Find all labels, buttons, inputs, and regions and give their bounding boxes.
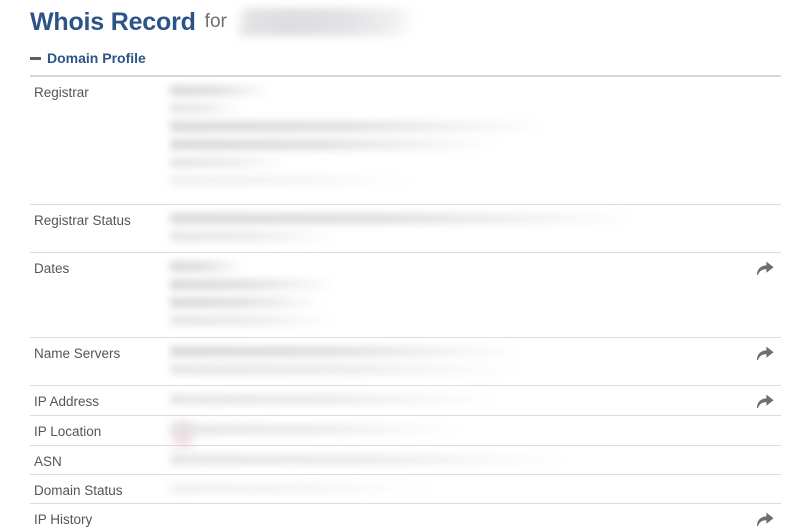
- row-label-domain-status: Domain Status: [34, 483, 123, 498]
- table-row-registrar: Registrar: [30, 77, 781, 205]
- domain-profile-label[interactable]: Domain Profile: [47, 50, 146, 66]
- table-row-registrar-status: Registrar Status: [30, 205, 781, 253]
- table-row-dates: Dates: [30, 253, 781, 338]
- redacted-text-line: [170, 346, 520, 357]
- redacted-text-line: [170, 261, 242, 272]
- row-value-registrar-status: [170, 205, 781, 249]
- row-value-name-servers: [170, 338, 781, 382]
- table-row-ip-history: IP History: [30, 504, 781, 529]
- redacted-text-line: [170, 297, 322, 308]
- share-arrow-icon[interactable]: [755, 344, 775, 362]
- table-row-name-servers: Name Servers: [30, 338, 781, 386]
- page-title: Whois Record: [30, 7, 196, 36]
- redacted-text-line: [170, 424, 460, 435]
- row-label-registrar-status: Registrar Status: [34, 213, 131, 228]
- domain-profile-section-toggle[interactable]: Domain Profile: [30, 50, 146, 66]
- redacted-text-line: [170, 213, 632, 224]
- table-row-domain-status: Domain Status: [30, 475, 781, 504]
- row-label-dates: Dates: [34, 261, 70, 276]
- row-label-ip-history: IP History: [34, 512, 93, 527]
- redacted-text-line: [170, 103, 242, 114]
- redacted-text-line: [170, 483, 434, 494]
- redacted-text-line: [170, 157, 288, 168]
- row-label-ip-address: IP Address: [34, 394, 100, 409]
- table-row-ip-location: IP Location: [30, 416, 781, 450]
- redacted-text-line: [170, 315, 336, 326]
- page-header: Whois Record for: [30, 4, 413, 40]
- redacted-domain-name: [236, 8, 413, 36]
- row-label-registrar: Registrar: [34, 85, 89, 100]
- row-value-ip-history: [170, 504, 781, 526]
- redacted-text-line: [170, 394, 500, 405]
- table-row-asn: ASN: [30, 446, 781, 475]
- minus-icon[interactable]: [30, 57, 41, 60]
- redacted-text-line: [170, 279, 336, 290]
- redacted-text-line: [170, 121, 542, 132]
- redacted-text-line: [170, 175, 418, 186]
- redacted-text-line: [170, 454, 570, 465]
- redacted-text-line: [170, 139, 492, 150]
- row-label-ip-location: IP Location: [34, 424, 102, 439]
- row-label-name-servers: Name Servers: [34, 346, 121, 361]
- domain-profile-table: Registrar Registrar Status Dates Name Serve…: [30, 77, 781, 529]
- row-value-ip-location: [170, 416, 781, 450]
- row-value-ip-address: [170, 386, 781, 412]
- row-value-registrar: [170, 77, 781, 193]
- redacted-text-line: [170, 364, 520, 375]
- row-value-dates: [170, 253, 781, 333]
- row-label-asn: ASN: [34, 454, 62, 469]
- whois-record-page: Whois Record for Domain Profile Registra…: [0, 0, 792, 529]
- table-row-ip-address: IP Address: [30, 386, 781, 416]
- share-arrow-icon[interactable]: [755, 392, 775, 410]
- row-value-asn: [170, 446, 781, 472]
- share-arrow-icon[interactable]: [755, 259, 775, 277]
- redacted-text-line: [170, 85, 270, 96]
- share-arrow-icon[interactable]: [755, 510, 775, 528]
- row-value-domain-status: [170, 475, 781, 501]
- page-title-preposition: for: [204, 11, 227, 32]
- redacted-text-line: [170, 231, 338, 242]
